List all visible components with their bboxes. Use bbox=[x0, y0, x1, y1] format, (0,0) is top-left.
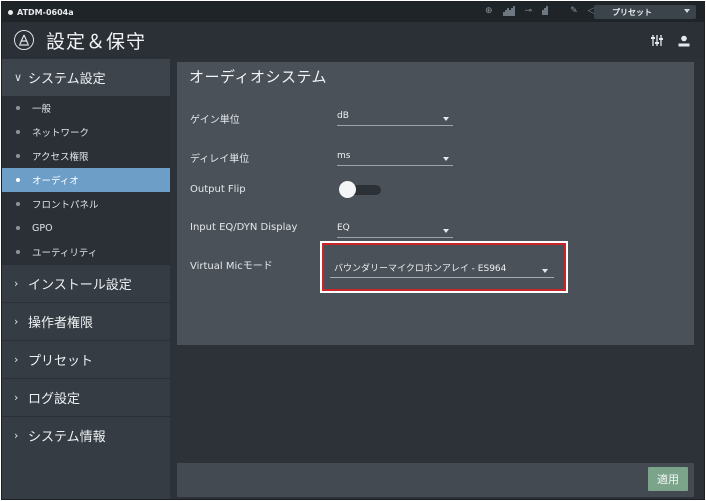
sidebar-section-label: インストール設定 bbox=[28, 278, 132, 293]
chevron-down-icon bbox=[443, 229, 449, 233]
sidebar-item-audio[interactable]: オーディオ bbox=[2, 168, 170, 192]
delay-unit-select[interactable]: ms bbox=[337, 148, 453, 166]
sidebar-item-label: GPO bbox=[32, 222, 53, 234]
sidebar-item-label: アクセス権限 bbox=[32, 152, 89, 163]
sidebar-section-label: システム設定 bbox=[28, 72, 106, 87]
gain-unit-select[interactable]: dB bbox=[337, 108, 453, 126]
app-window: ATDM-0604a ⊕ ⊸ ✎ ◁ ▲ プリセット 設定＆保守 bbox=[1, 1, 705, 500]
gain-unit-value: dB bbox=[337, 111, 349, 121]
bullet-icon bbox=[16, 226, 20, 230]
sidebar-item-gpo[interactable]: GPO bbox=[2, 216, 170, 240]
sidebar-section-system-info[interactable]: › システム情報 bbox=[2, 416, 170, 454]
input-eq-dyn-value: EQ bbox=[337, 223, 350, 233]
user-icon[interactable] bbox=[678, 32, 690, 51]
gain-unit-label: ゲイン単位 bbox=[190, 115, 240, 126]
bullet-icon bbox=[16, 106, 20, 110]
sidebar-section-label: プリセット bbox=[28, 354, 94, 369]
virtual-mic-mode-value: バウンダリーマイクロホンアレイ - ES964 bbox=[334, 264, 507, 274]
input-eq-dyn-label: Input EQ/DYN Display bbox=[190, 222, 298, 233]
chevron-right-icon: › bbox=[14, 277, 19, 290]
sidebar-section-system-settings[interactable]: ∨ システム設定 bbox=[2, 58, 170, 96]
sidebar-item-label: オーディオ bbox=[32, 176, 79, 187]
sidebar-section-operator-permissions[interactable]: › 操作者権限 bbox=[2, 302, 170, 340]
bullet-icon bbox=[16, 130, 20, 134]
chevron-down-icon bbox=[684, 9, 690, 13]
page-title: 設定＆保守 bbox=[46, 30, 147, 53]
status-icons: ⊕ ⊸ ✎ ◁ ▲ bbox=[485, 6, 611, 16]
highlight-box: バウンダリーマイクロホンアレイ - ES964 bbox=[322, 243, 566, 291]
virtual-mic-mode-select[interactable]: バウンダリーマイクロホンアレイ - ES964 bbox=[330, 256, 554, 278]
device-status-dot bbox=[8, 9, 13, 15]
title-actions bbox=[650, 32, 690, 51]
sidebar-item-front-panel[interactable]: フロントパネル bbox=[2, 192, 170, 216]
chevron-down-icon bbox=[443, 117, 449, 121]
bullet-icon bbox=[16, 202, 20, 206]
audio-technica-logo-icon bbox=[14, 30, 34, 50]
sidebar-item-label: ユーティリティ bbox=[32, 248, 98, 259]
title-bar: 設定＆保守 bbox=[2, 22, 704, 58]
mixer-sliders-icon[interactable] bbox=[650, 32, 664, 51]
link-icon: ⊕ bbox=[485, 6, 493, 16]
chevron-right-icon: › bbox=[14, 391, 19, 404]
bullet-icon bbox=[16, 154, 20, 158]
sidebar-item-general[interactable]: 一般 bbox=[2, 96, 170, 120]
chevron-right-icon: › bbox=[14, 353, 19, 366]
device-indicator: ATDM-0604a bbox=[2, 8, 74, 17]
toggle-knob bbox=[339, 181, 356, 198]
action-bar: 適用 bbox=[177, 463, 694, 497]
input-eq-dyn-select[interactable]: EQ bbox=[337, 220, 453, 238]
sidebar-item-utility[interactable]: ユーティリティ bbox=[2, 240, 170, 264]
settings-sidebar: ∨ システム設定 一般 ネットワーク アクセス権限 オーディオ フロントパネル … bbox=[2, 58, 170, 499]
chevron-down-icon bbox=[542, 269, 548, 273]
input-meter-icon bbox=[542, 6, 549, 16]
sidebar-section-install-settings[interactable]: › インストール設定 bbox=[2, 264, 170, 302]
sidebar-section-label: ログ設定 bbox=[28, 392, 81, 407]
preset-dropdown[interactable]: プリセット bbox=[594, 5, 696, 19]
chevron-down-icon bbox=[443, 157, 449, 161]
virtual-mic-mode-label: Virtual Micモード bbox=[190, 261, 273, 272]
chevron-right-icon: › bbox=[14, 429, 19, 442]
device-name: ATDM-0604a bbox=[17, 7, 74, 17]
sidebar-item-access-rights[interactable]: アクセス権限 bbox=[2, 144, 170, 168]
bullet-icon bbox=[16, 178, 20, 182]
preset-label: プリセット bbox=[612, 7, 652, 17]
sidebar-section-log-settings[interactable]: › ログ設定 bbox=[2, 378, 170, 416]
delay-unit-label: ディレイ単位 bbox=[190, 154, 250, 165]
audio-system-panel: オーディオシステム ゲイン単位 dB ディレイ単位 ms Output Flip… bbox=[177, 62, 694, 345]
bullet-icon bbox=[16, 250, 20, 254]
sidebar-section-label: 操作者権限 bbox=[28, 316, 94, 331]
output-flip-toggle[interactable] bbox=[339, 181, 383, 198]
pen-icon: ✎ bbox=[570, 6, 578, 16]
sidebar-section-label: システム情報 bbox=[28, 430, 106, 445]
output-flip-label: Output Flip bbox=[190, 184, 246, 195]
sidebar-item-label: ネットワーク bbox=[32, 128, 90, 139]
sidebar-section-preset[interactable]: › プリセット bbox=[2, 340, 170, 378]
key-icon: ⊸ bbox=[524, 6, 533, 16]
sidebar-item-label: フロントパネル bbox=[32, 200, 99, 211]
sidebar-item-network[interactable]: ネットワーク bbox=[2, 120, 170, 144]
status-bar: ATDM-0604a ⊕ ⊸ ✎ ◁ ▲ プリセット bbox=[2, 2, 704, 22]
chevron-down-icon: ∨ bbox=[14, 71, 23, 84]
chevron-right-icon: › bbox=[14, 315, 19, 328]
level-meter-icon bbox=[502, 6, 515, 16]
delay-unit-value: ms bbox=[337, 151, 351, 161]
section-heading: オーディオシステム bbox=[189, 68, 328, 86]
sidebar-item-label: 一般 bbox=[32, 104, 52, 115]
apply-button[interactable]: 適用 bbox=[648, 467, 688, 491]
